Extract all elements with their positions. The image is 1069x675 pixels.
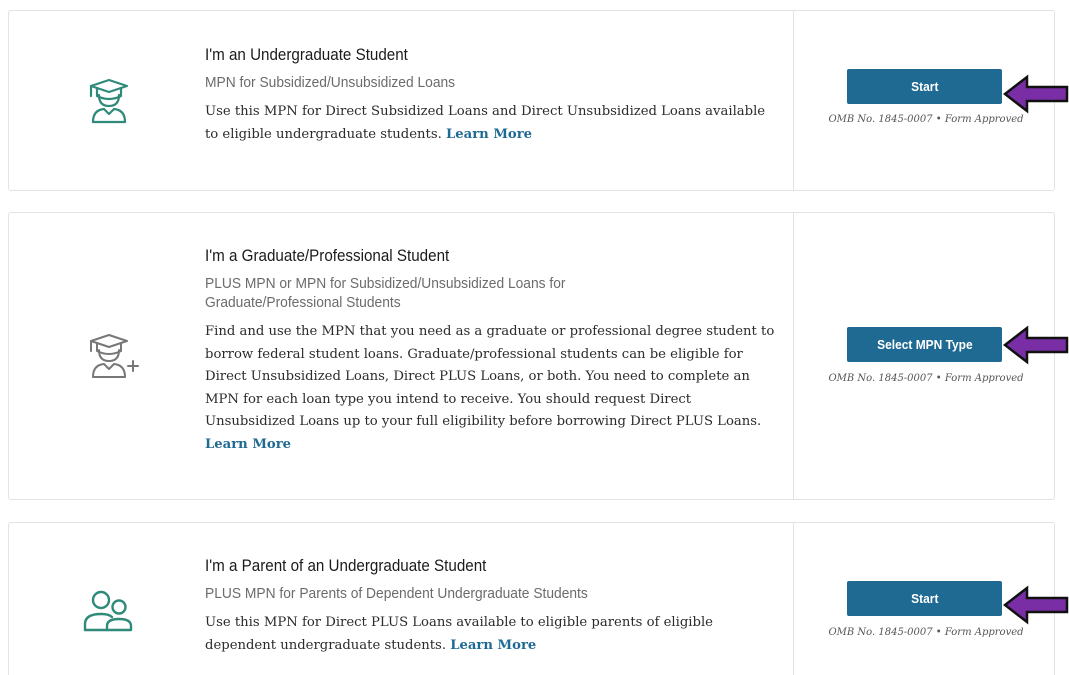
card-parent: I'm a Parent of an Undergraduate Student… — [8, 522, 1055, 675]
card-title: I'm a Parent of an Undergraduate Student — [205, 557, 487, 575]
card-undergraduate: I'm an Undergraduate Student MPN for Sub… — [8, 10, 1055, 191]
card-title: I'm an Undergraduate Student — [205, 46, 408, 64]
card-subtitle: PLUS MPN for Parents of Dependent Underg… — [205, 585, 588, 602]
select-mpn-type-button[interactable]: Select MPN Type — [847, 327, 1002, 362]
card-subtitle: PLUS MPN or MPN for Subsidized/Unsubsidi… — [205, 275, 566, 311]
card-description: Find and use the MPN that you need as a … — [205, 321, 775, 456]
card-graduate: I'm a Graduate/Professional Student PLUS… — [8, 212, 1055, 500]
arrow-left-icon — [1003, 74, 1069, 114]
omb-note: OMB No. 1845-0007 • Form Approved — [828, 114, 1024, 125]
card-divider — [793, 213, 794, 499]
arrow-left-icon — [1003, 585, 1069, 625]
card-title: I'm a Graduate/Professional Student — [205, 247, 450, 265]
learn-more-link[interactable]: Learn More — [446, 127, 532, 142]
button-label: Start — [910, 591, 939, 606]
learn-more-link[interactable]: Learn More — [450, 638, 536, 653]
graduate-cap-icon — [79, 76, 139, 126]
graduate-plus-icon — [79, 331, 139, 381]
omb-note: OMB No. 1845-0007 • Form Approved — [828, 627, 1024, 638]
start-button[interactable]: Start — [847, 69, 1002, 104]
card-description-text: Find and use the MPN that you need as a … — [205, 324, 775, 429]
card-divider — [793, 523, 794, 675]
card-subtitle: MPN for Subsidized/Unsubsidized Loans — [205, 74, 456, 91]
start-button[interactable]: Start — [847, 581, 1002, 616]
arrow-left-icon — [1003, 325, 1069, 365]
button-label: Select MPN Type — [876, 337, 973, 352]
learn-more-link[interactable]: Learn More — [205, 437, 291, 452]
button-label: Start — [910, 79, 939, 94]
parent-child-icon — [79, 586, 139, 636]
card-description: Use this MPN for Direct PLUS Loans avail… — [205, 612, 775, 657]
card-description: Use this MPN for Direct Subsidized Loans… — [205, 101, 775, 146]
omb-note: OMB No. 1845-0007 • Form Approved — [828, 373, 1024, 384]
card-divider — [793, 11, 794, 190]
